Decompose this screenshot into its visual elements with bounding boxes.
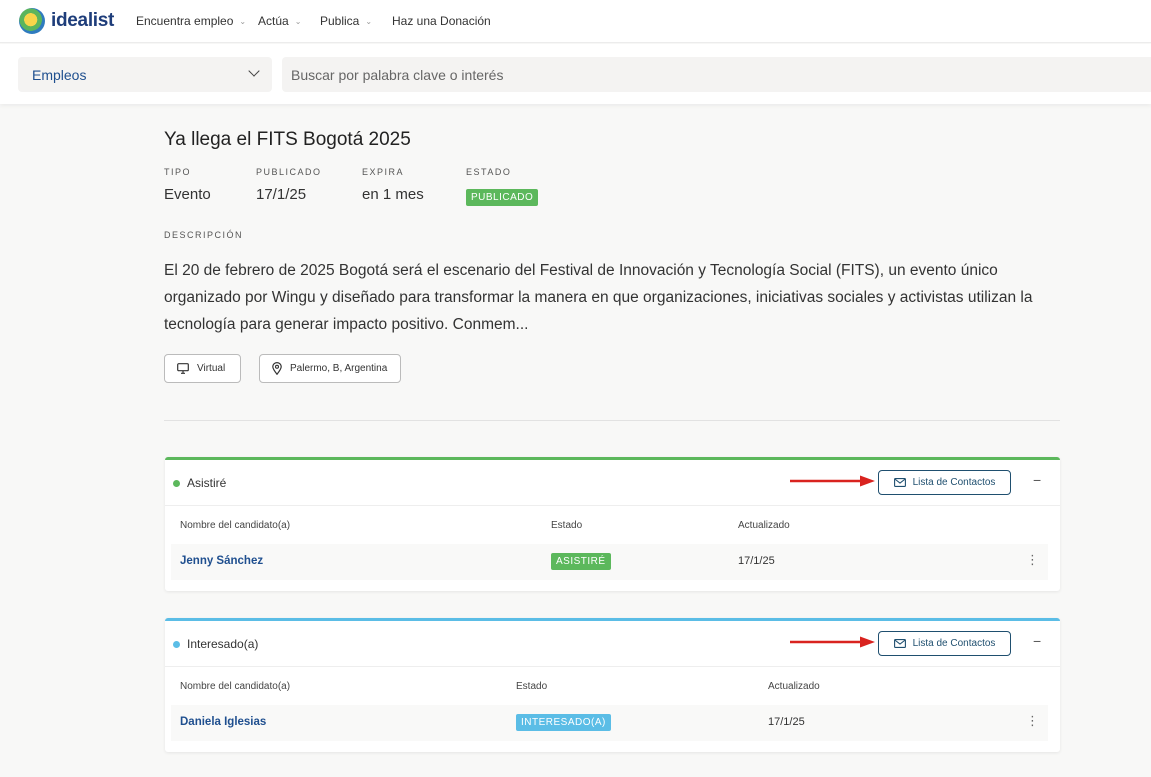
meta-estado-value: PUBLICADO: [466, 187, 539, 206]
top-navigation: idealist Encuentra empleo ⌄ Actúa ⌄ Public…: [0, 0, 1151, 43]
panel-header: Asistiré Lista de Contactos −: [165, 460, 1060, 506]
meta-publicado-label: PUBLICADO: [256, 167, 322, 177]
nav-actua[interactable]: Actúa ⌄: [258, 14, 301, 28]
nav-label: Encuentra empleo: [136, 14, 234, 28]
chevron-down-icon: ⌄: [294, 16, 302, 26]
nav-label: Publica: [320, 14, 360, 28]
nav-publica[interactable]: Publica ⌄: [320, 14, 372, 28]
section-divider: [164, 420, 1060, 421]
contact-list-button[interactable]: Lista de Contactos: [878, 470, 1011, 495]
collapse-icon[interactable]: −: [1033, 633, 1041, 649]
candidate-name-link[interactable]: Jenny Sánchez: [180, 555, 263, 567]
monitor-icon: [177, 363, 189, 374]
idealist-logo[interactable]: idealist: [19, 8, 114, 34]
category-select-value: Empleos: [32, 66, 87, 83]
more-options-icon[interactable]: ⋮: [1026, 713, 1039, 729]
status-badge: PUBLICADO: [466, 189, 539, 206]
nav-label: Actúa: [258, 14, 289, 28]
meta-estado-label: ESTADO: [466, 167, 512, 177]
chevron-down-icon: ⌄: [365, 16, 373, 26]
contact-list-button-label: Lista de Contactos: [912, 638, 996, 649]
contact-list-button-label: Lista de Contactos: [912, 477, 996, 488]
nav-haz-una-donacion[interactable]: Haz una Donación: [392, 14, 491, 28]
nav-label: Haz una Donación: [392, 14, 491, 28]
chip-virtual-label: Virtual: [197, 363, 226, 374]
column-header-status: Estado: [516, 681, 548, 692]
status-dot-icon: [173, 480, 180, 487]
meta-expira-label: EXPIRA: [362, 167, 405, 177]
mail-icon: [893, 478, 906, 487]
more-options-icon[interactable]: ⋮: [1026, 552, 1039, 568]
status-badge: INTERESADO(A): [516, 714, 611, 731]
panel-header: Interesado(a) Lista de Contactos −: [165, 621, 1060, 667]
candidate-name-link[interactable]: Daniela Iglesias: [180, 716, 266, 728]
search-bar: Empleos: [0, 44, 1151, 104]
status-dot-icon: [173, 641, 180, 648]
annotation-arrow-icon: [790, 475, 875, 487]
chip-virtual: Virtual: [164, 354, 241, 383]
mail-icon: [893, 639, 906, 648]
column-header-name: Nombre del candidato(a): [180, 520, 291, 531]
table-row: Daniela Iglesias INTERESADO(A) 17/1/25 ⋮: [171, 705, 1048, 741]
logo-text: idealist: [51, 10, 115, 31]
column-header-name: Nombre del candidato(a): [180, 681, 291, 692]
nav-encuentra-empleo[interactable]: Encuentra empleo ⌄: [136, 14, 246, 28]
panel-title: Asistiré: [187, 476, 227, 490]
updated-date: 17/1/25: [738, 555, 775, 567]
meta-expira-value: en 1 mes: [362, 186, 424, 203]
meta-tipo-label: TIPO: [164, 167, 192, 177]
chip-location: Palermo, B, Argentina: [259, 354, 401, 383]
status-badge: ASISTIRÉ: [551, 553, 611, 570]
table-row: Jenny Sánchez ASISTIRÉ 17/1/25 ⋮: [171, 544, 1048, 580]
panel-title: Interesado(a): [187, 637, 259, 651]
panel-interesado: Interesado(a) Lista de Contactos − Nombr…: [165, 618, 1060, 752]
panel-asistire: Asistiré Lista de Contactos − Nombre del…: [165, 457, 1060, 591]
column-header-status: Estado: [551, 520, 583, 531]
meta-publicado-value: 17/1/25: [256, 186, 307, 203]
chevron-down-icon: ⌄: [239, 16, 247, 26]
collapse-icon[interactable]: −: [1033, 472, 1041, 488]
description-label: DESCRIPCIÓN: [164, 230, 244, 240]
annotation-arrow-icon: [790, 636, 875, 648]
meta-tipo-value: Evento: [164, 186, 211, 203]
map-pin-icon: [272, 362, 282, 375]
idealist-logo-icon: [19, 8, 45, 34]
updated-date: 17/1/25: [768, 716, 805, 728]
chip-location-label: Palermo, B, Argentina: [290, 363, 388, 374]
column-header-updated: Actualizado: [768, 681, 820, 692]
description-text: El 20 de febrero de 2025 Bogotá será el …: [164, 262, 1033, 333]
contact-list-button[interactable]: Lista de Contactos: [878, 631, 1011, 656]
category-select[interactable]: Empleos: [18, 57, 272, 92]
column-header-updated: Actualizado: [738, 520, 790, 531]
chevron-down-icon: [248, 65, 260, 77]
search-input[interactable]: [282, 57, 1151, 92]
page-title: Ya llega el FITS Bogotá 2025: [164, 129, 411, 150]
